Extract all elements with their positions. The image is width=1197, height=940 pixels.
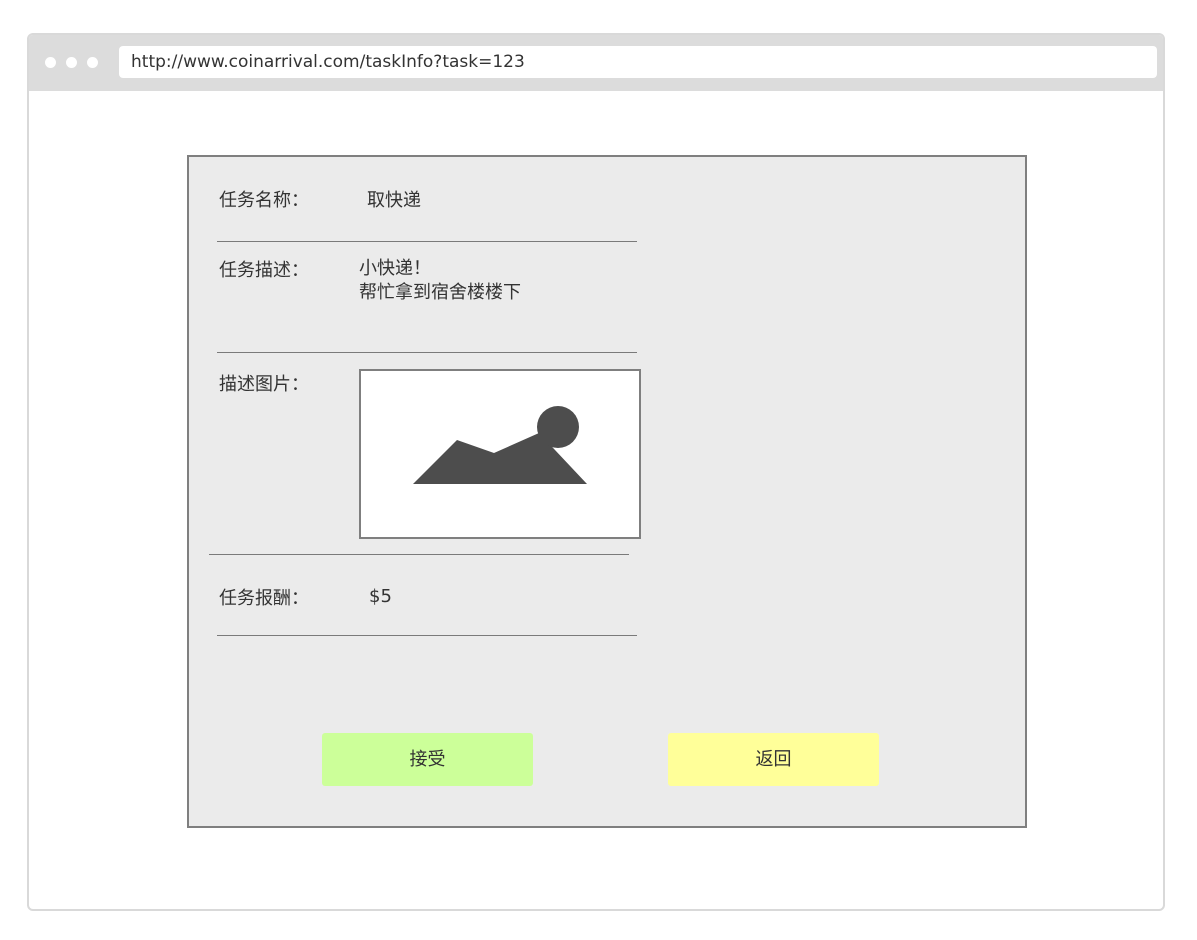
back-button[interactable]: 返回 (668, 733, 879, 786)
window-dot-icon[interactable] (45, 57, 56, 68)
url-bar[interactable]: http://www.coinarrival.com/taskInfo?task… (119, 46, 1157, 78)
task-name-label: 任务名称： (219, 190, 309, 211)
image-placeholder-icon (413, 406, 587, 484)
task-image-label: 描述图片： (219, 374, 309, 395)
divider (209, 554, 629, 555)
task-info-panel: 任务名称： 取快递 任务描述： 小快递！ 帮忙拿到宿舍楼楼下 描述图片： 任务报… (187, 155, 1027, 828)
task-desc-line: 帮忙拿到宿舍楼楼下 (359, 282, 521, 303)
task-desc-label: 任务描述： (219, 260, 309, 281)
task-reward-label: 任务报酬： (219, 588, 309, 609)
task-image[interactable] (359, 369, 641, 539)
window-dot-icon[interactable] (87, 57, 98, 68)
task-desc-line: 小快递！ (359, 258, 431, 279)
browser-titlebar: http://www.coinarrival.com/taskInfo?task… (29, 35, 1163, 91)
divider (217, 635, 637, 636)
task-name-value: 取快递 (367, 190, 421, 211)
divider (217, 241, 637, 242)
window-dot-icon[interactable] (66, 57, 77, 68)
accept-button[interactable]: 接受 (322, 733, 533, 786)
task-reward-value: $5 (369, 586, 392, 607)
divider (217, 352, 637, 353)
